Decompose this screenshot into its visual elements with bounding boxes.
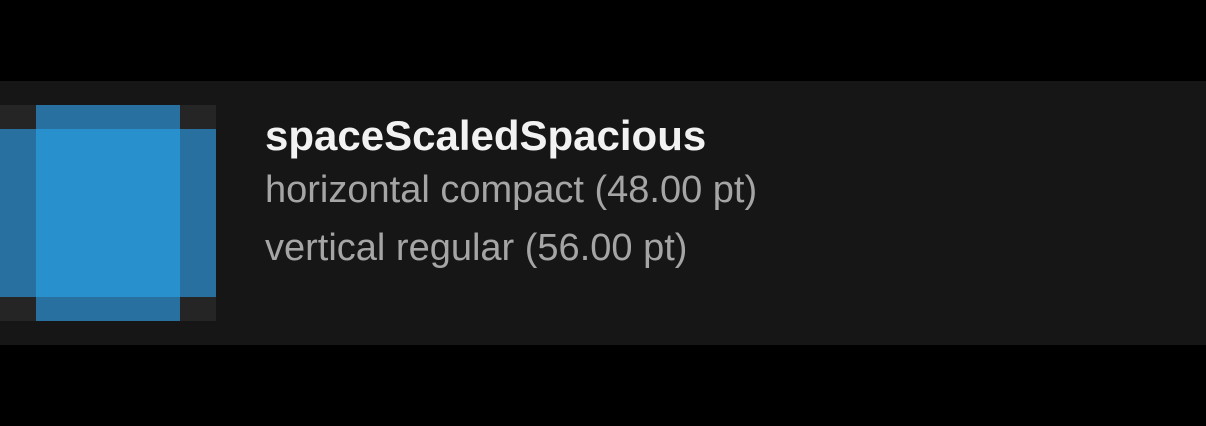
spacing-preview-swatch (0, 105, 216, 321)
spacing-core-area (36, 129, 180, 297)
horizontal-value: horizontal compact (48.00 pt) (265, 169, 758, 211)
token-text-block: spaceScaledSpacious horizontal compact (… (265, 111, 757, 277)
spacing-token-row[interactable]: spaceScaledSpacious horizontal compact (… (0, 81, 1206, 345)
token-name: spaceScaledSpacious (265, 112, 707, 159)
vertical-value: vertical regular (56.00 pt) (265, 227, 688, 269)
